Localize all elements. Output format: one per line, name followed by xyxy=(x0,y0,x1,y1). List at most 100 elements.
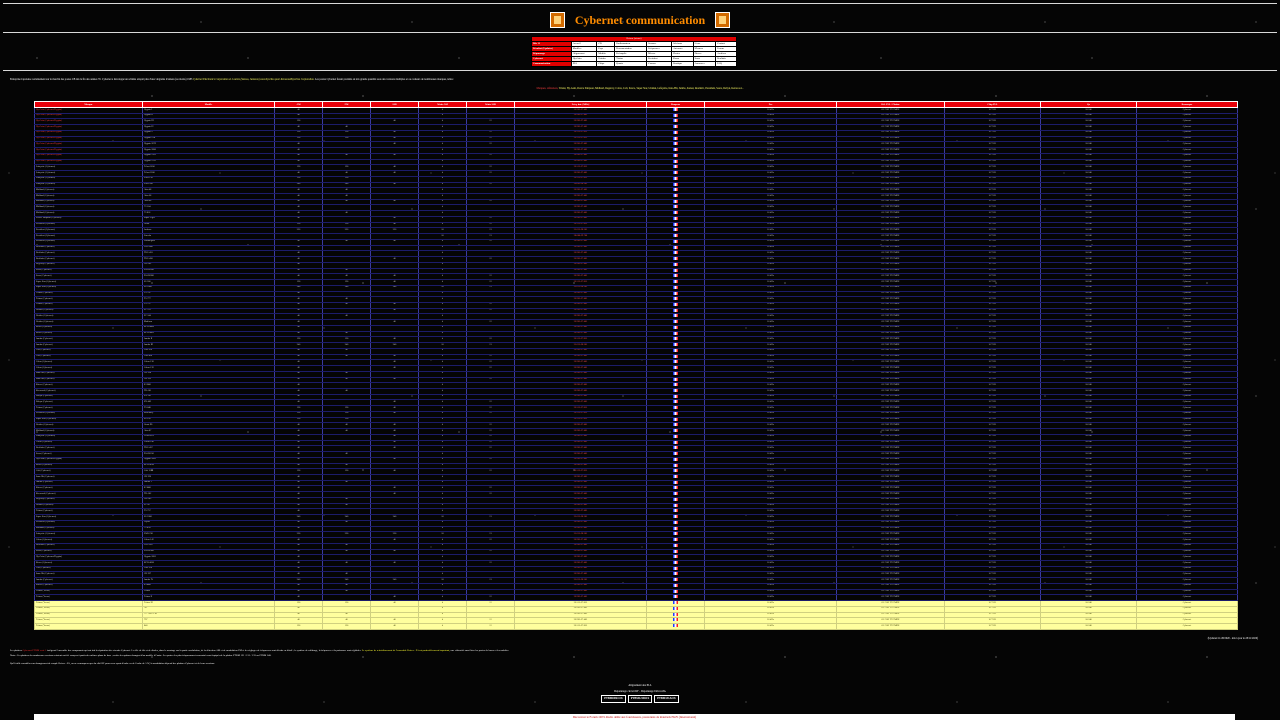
menu-row: Communication PLL Chips Quartz Canaux Boutiqu… xyxy=(531,61,737,67)
footer-p1-text: intègrent l'ensemble des composants qui … xyxy=(46,649,362,652)
table-cell[interactable]: Tristar (Yaesu) xyxy=(34,623,143,630)
flag-icon xyxy=(673,176,678,180)
flag-icon xyxy=(673,331,678,335)
platine-button[interactable]: PTBM121DOX xyxy=(627,695,653,703)
flag-icon xyxy=(673,612,678,616)
table-cell: 120 xyxy=(322,623,371,630)
table-cell: 40 xyxy=(370,623,419,630)
flag-icon xyxy=(673,475,678,478)
flag-icon xyxy=(673,561,678,565)
update-note: (Updated 11/28/2020 - mis à jour le 28/1… xyxy=(1207,637,1258,640)
flag-icon xyxy=(673,583,678,587)
flag-icon xyxy=(673,337,678,341)
menu-item[interactable]: Communication xyxy=(531,61,572,67)
flag-icon xyxy=(673,354,678,358)
flag-icon xyxy=(673,411,678,415)
flag-icon xyxy=(673,142,678,146)
flag-icon xyxy=(673,119,678,123)
intro-highlight: Cybernet Electronics Corporation et 2 au… xyxy=(192,78,315,81)
flag-icon xyxy=(673,125,678,129)
flag-icon xyxy=(673,452,678,456)
flag-icon xyxy=(673,509,678,513)
flag-icon xyxy=(673,532,678,536)
footer-paragraph-2: Nota : Ces platines de nombreuses versio… xyxy=(10,654,272,657)
menu-item[interactable]: Chips xyxy=(596,61,616,67)
flag-icon xyxy=(673,130,678,134)
table-cell[interactable]: 26.515-27.855 xyxy=(514,623,647,630)
menu-item[interactable]: FAQ xyxy=(715,61,737,67)
table-cell[interactable]: 848 xyxy=(142,623,275,630)
flag-icon xyxy=(673,624,678,628)
flag-icon xyxy=(673,245,678,249)
menu-item[interactable]: Annonces xyxy=(692,61,717,67)
menu-item[interactable]: Canaux xyxy=(646,61,673,67)
table-row: Tristar (Yaesu) 848 120 120 40 4 12 26.515-27.8… xyxy=(34,623,1238,630)
platine-button[interactable]: PTBM048COX xyxy=(601,695,626,703)
flag-icon xyxy=(673,239,678,243)
flag-icon xyxy=(673,520,678,524)
flag-cell xyxy=(646,623,705,630)
flag-icon xyxy=(673,463,678,467)
flag-icon xyxy=(673,595,678,599)
flag-icon xyxy=(673,406,678,410)
footer-text: Les platines Cybernet PTBM serie 1 intèg… xyxy=(10,648,1270,666)
footer-paragraph-3: Qu'il faille considérer un changement de… xyxy=(10,662,215,665)
flag-icon xyxy=(673,618,678,622)
title-rule xyxy=(3,32,1277,33)
flag-icon xyxy=(673,228,678,232)
footer-links: Alignement des PLL Dépannage circuit RF … xyxy=(0,683,1280,703)
manufacturer-names[interactable]: Tristar, Hy-Gain, Pearce Simpson, Midlan… xyxy=(559,87,744,90)
flag-icon xyxy=(673,165,678,169)
footer-label: Les platines xyxy=(10,649,23,652)
table-cell: 12 xyxy=(466,623,515,630)
flag-icon xyxy=(673,205,678,209)
flag-icon xyxy=(673,417,678,421)
flag-icon xyxy=(673,257,678,261)
flag-icon xyxy=(673,216,678,220)
table-cell: 120 xyxy=(274,623,323,630)
flag-icon xyxy=(673,302,678,306)
flag-icon xyxy=(673,194,678,198)
flag-icon xyxy=(673,159,678,163)
flag-icon xyxy=(673,348,678,352)
menu-item[interactable]: Quartz xyxy=(614,61,648,67)
forum-banner[interactable]: Découvrez le Forum 100% Radio dédié aux … xyxy=(34,714,1235,720)
flag-icon xyxy=(673,251,678,255)
flag-icon xyxy=(673,274,678,278)
flag-icon xyxy=(673,446,678,450)
flag-icon xyxy=(673,171,678,175)
flag-icon xyxy=(673,388,678,392)
intro-text-2: Les postes Cybernet furent produits en t… xyxy=(314,78,455,81)
platine-link[interactable]: Cybernet PTBM serie 1 xyxy=(23,649,47,652)
flag-icon xyxy=(673,211,678,215)
flag-icon xyxy=(673,566,678,570)
title-bar: Cybernet communication xyxy=(0,9,1280,31)
flag-icon xyxy=(673,486,678,490)
platine-button[interactable]: PTBM131AOX xyxy=(654,695,679,703)
footer-p1-end: une efficacité aussi bien les postes de … xyxy=(450,649,509,652)
menu-item[interactable]: PLL xyxy=(570,61,598,67)
flag-icon xyxy=(673,268,678,272)
footer-p1-highlight: Le système de refroidissement de l'ensem… xyxy=(361,649,451,652)
flag-icon xyxy=(673,572,678,576)
flag-icon xyxy=(673,297,678,301)
flag-icon xyxy=(673,515,678,519)
table-cell: 02-7162 TYCMDE xyxy=(836,623,945,630)
flag-icon xyxy=(673,543,678,547)
flag-icon xyxy=(673,423,678,427)
intro-paragraph: Entreprise Japonaise certainement sur le… xyxy=(10,78,1270,82)
table-cell: Cybernet xyxy=(1136,623,1238,630)
menu-item[interactable]: Boutique xyxy=(671,61,694,67)
flag-icon xyxy=(673,280,678,284)
flag-icon xyxy=(673,538,678,542)
flag-icon xyxy=(673,429,678,433)
flag-icon xyxy=(673,308,678,312)
flag-icon xyxy=(673,182,678,186)
intro-text: Entreprise Japonaise certainement sur le… xyxy=(10,78,193,81)
flag-icon xyxy=(673,377,678,381)
logo-icon xyxy=(715,12,731,28)
flag-icon xyxy=(673,394,678,398)
table-cell: 10 kHz xyxy=(704,623,837,630)
page-title: Cybernet communication xyxy=(574,12,706,27)
flag-icon xyxy=(673,188,678,192)
